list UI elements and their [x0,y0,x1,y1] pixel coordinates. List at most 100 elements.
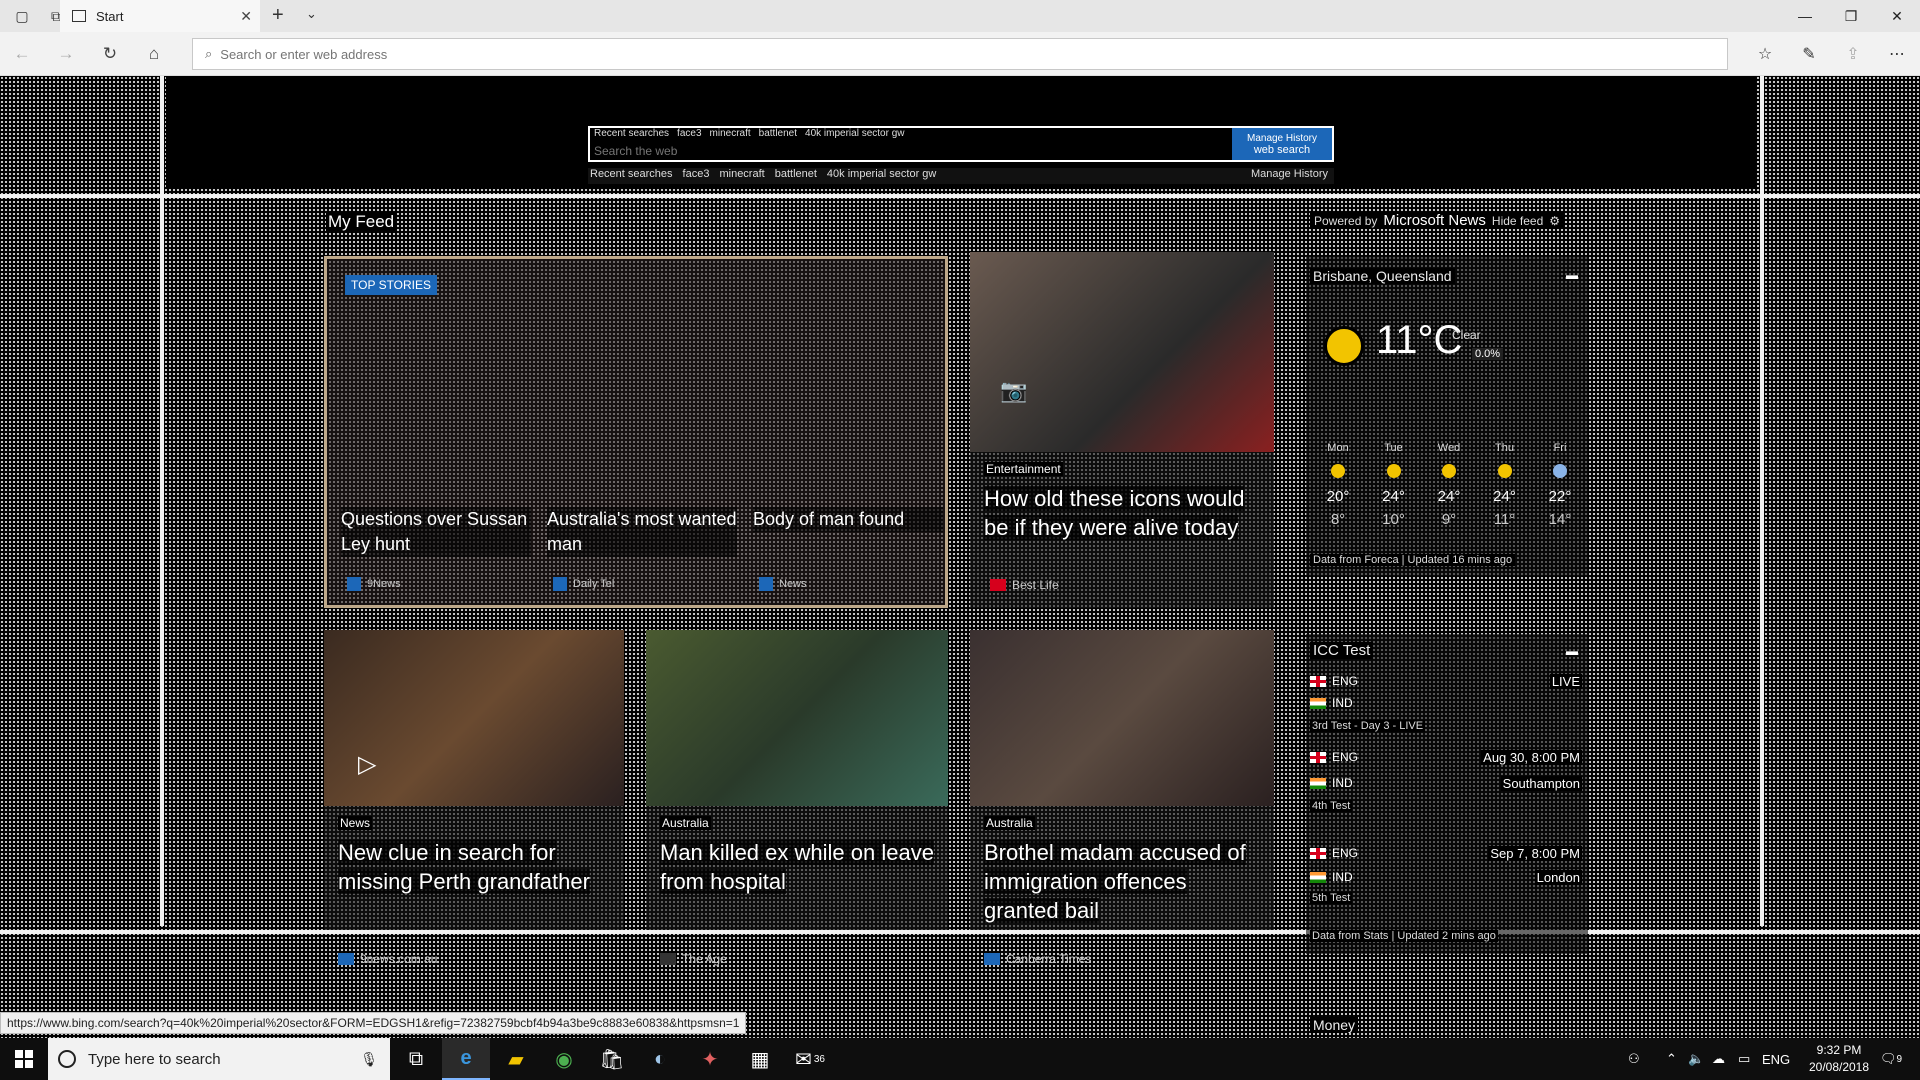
forecast-day[interactable]: Thu 24° 11° [1481,442,1529,528]
divider [160,76,164,926]
favorites-icon[interactable]: ☆ [1752,42,1778,66]
recent-search-item[interactable]: battlenet [759,128,797,142]
address-input[interactable] [220,46,1621,62]
more-icon[interactable]: ⋯ [1884,42,1910,66]
weather-condition: Clear [1452,328,1481,342]
search-input[interactable] [594,142,1224,160]
card-image [646,630,948,806]
share-icon[interactable]: ⇪ [1840,42,1866,66]
network-icon[interactable]: ▭ [1738,1038,1750,1080]
money-title[interactable]: Money [1310,1017,1359,1033]
source-logo-icon [984,953,1000,965]
sun-icon [1324,326,1364,366]
cloud-icon[interactable]: ☁ [1712,1038,1725,1080]
card-title[interactable]: Brothel madam accused of immigration off… [984,838,1264,925]
source-name: Daily Tel [573,578,615,590]
hide-feed-link[interactable]: Hide feed [1492,214,1543,228]
top-stories-card[interactable]: TOP STORIES Questions over Sussan Ley hu… [324,256,948,608]
money-widget[interactable]: Money [1306,1011,1588,1038]
card-image [970,630,1274,806]
restore-icon[interactable]: ❐ [1828,0,1874,32]
forecast-day[interactable]: Wed 24° 9° [1425,442,1473,528]
pen-icon[interactable]: ✎ [1796,42,1822,66]
team-row: IND [1310,870,1353,884]
divider [1760,76,1764,926]
source-logo-icon [347,577,361,591]
forecast-day[interactable]: Mon 20° 8° [1314,442,1362,528]
card-title[interactable]: New clue in search for missing Perth gra… [338,838,618,896]
manage-history-link[interactable]: Manage History [1247,133,1317,144]
weather-precipitation: 0.0% [1472,348,1504,360]
edge-icon[interactable]: e [442,1038,490,1080]
language-indicator[interactable]: ENG [1762,1038,1790,1080]
top-story-headline[interactable]: Questions over Sussan Ley hunt [341,507,531,557]
chrome-icon[interactable]: ◉ [540,1038,588,1080]
recent-search-item[interactable]: face3 [677,128,701,142]
minimize-icon[interactable]: — [1782,0,1828,32]
camera-icon: 📷 [1000,378,1028,403]
close-tab-icon[interactable]: ✕ [240,8,252,25]
more-options-icon[interactable]: ▬ [1566,644,1578,658]
recent-search-item[interactable]: 40k imperial sector gw [827,168,936,184]
tab-actions-icon[interactable]: ▢ [10,4,34,28]
file-explorer-icon[interactable]: ▰ [492,1038,540,1080]
more-options-icon[interactable]: ▬ [1566,268,1578,282]
close-window-icon[interactable]: ✕ [1874,0,1920,32]
back-icon[interactable]: ← [10,42,34,66]
store-icon[interactable]: 🛍 [588,1038,636,1080]
task-view-icon[interactable]: ⧉ [392,1038,440,1080]
mail-icon[interactable]: ✉ 36 [786,1038,834,1080]
taskbar: Type here to search 🎙 ⧉ e ▰ ◉ 🛍 ◐ ✦ ▦ ✉ 3… [0,1038,1920,1080]
cricket-widget[interactable]: ICC Test ▬ ENG LIVE IND 3rd Test - Day 3… [1306,634,1588,954]
web-search-button[interactable]: Manage History web search [1232,128,1332,160]
play-icon[interactable]: ▷ [358,750,376,779]
home-icon[interactable]: ⌂ [142,42,166,66]
card-title[interactable]: How old these icons would be if they wer… [984,484,1254,542]
address-bar[interactable]: ⌕ [192,38,1728,70]
recent-label: Recent searches [590,168,673,180]
news-card[interactable]: Australia Man killed ex while on leave f… [646,630,948,930]
match-date: Aug 30, 8:00 PM [1481,750,1582,765]
weather-location[interactable]: Brisbane, Queensland [1310,268,1455,284]
start-button[interactable] [0,1038,48,1080]
steam-icon[interactable]: ◐ [636,1038,684,1080]
chevron-up-icon[interactable]: ⌃ [1666,1038,1677,1080]
news-card[interactable]: ▷ News New clue in search for missing Pe… [324,630,624,930]
refresh-icon[interactable]: ↻ [98,42,122,66]
manage-history-link[interactable]: Manage History [1251,168,1334,184]
recent-search-item[interactable]: minecraft [719,168,764,184]
weather-widget[interactable]: Brisbane, Queensland ▬ 11°C Clear 0.0% M… [1306,256,1588,576]
mail-badge: 36 [813,1053,825,1065]
forecast-low: 14° [1548,511,1572,528]
news-card[interactable]: Australia Brothel madam accused of immig… [970,630,1274,930]
microphone-icon[interactable]: 🎙 [360,1051,378,1068]
clock[interactable]: 9:32 PM 20/08/2018 [1794,1042,1884,1076]
news-card[interactable]: 📷 Entertainment How old these icons woul… [970,252,1274,608]
recent-search-item[interactable]: 40k imperial sector gw [805,128,904,142]
taskbar-search[interactable]: Type here to search 🎙 [48,1038,390,1080]
calculator-icon[interactable]: ▦ [736,1038,784,1080]
tab-start[interactable]: Start ✕ [60,0,260,32]
recent-search-item[interactable]: minecraft [710,128,751,142]
notifications-icon[interactable]: 🗨 9 [1880,1038,1902,1080]
forward-icon[interactable]: → [54,42,78,66]
volume-icon[interactable]: 🔈 [1688,1038,1704,1080]
forecast-day[interactable]: Tue 24° 10° [1370,442,1418,528]
people-icon[interactable]: ⚇ [1628,1038,1640,1080]
top-story-headline[interactable]: Australia's most wanted man [547,507,737,557]
cricket-title[interactable]: ICC Test [1310,642,1374,659]
story-source: Daily Tel [553,577,614,591]
forecast-day[interactable]: Fri 22° 14° [1536,442,1584,528]
gear-icon[interactable]: ⚙ [1549,214,1560,228]
recent-search-item[interactable]: battlenet [775,168,817,184]
chevron-down-icon[interactable]: ⌄ [306,6,317,22]
forecast-day-name: Wed [1437,442,1461,454]
team-row: IND [1310,696,1353,710]
recent-search-item[interactable]: face3 [683,168,710,184]
top-story-headline[interactable]: Body of man found [753,507,943,532]
new-tab-icon[interactable]: + [272,4,284,27]
app-icon[interactable]: ✦ [686,1038,734,1080]
source-name: Canberra Times [1006,952,1092,966]
england-flag-icon [1310,675,1326,687]
card-title[interactable]: Man killed ex while on leave from hospit… [660,838,940,896]
